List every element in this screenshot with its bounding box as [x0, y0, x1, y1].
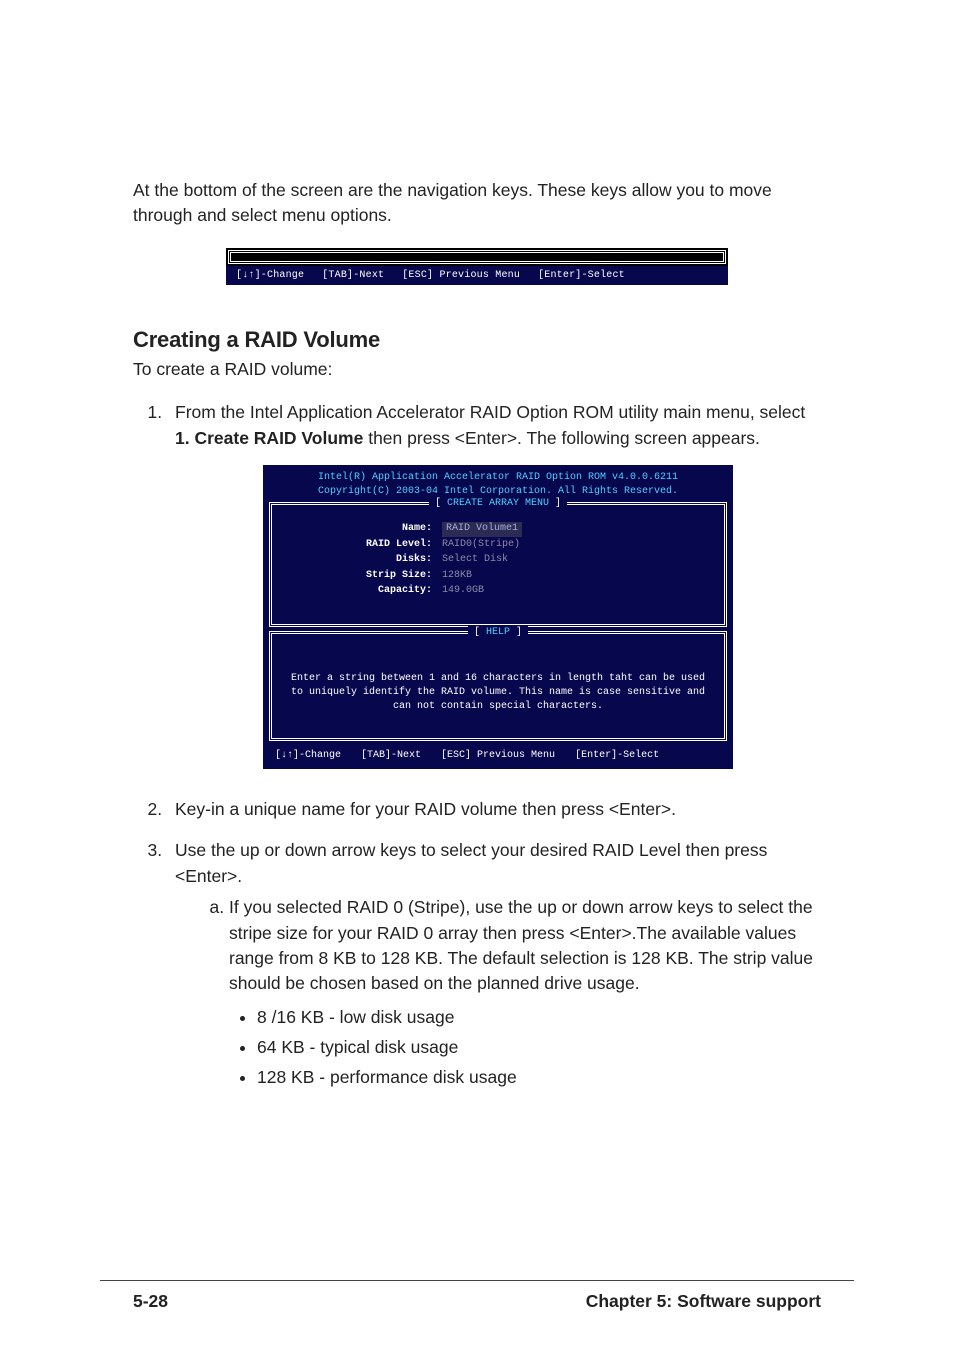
create-array-frame: CREATE ARRAY MENU Name:RAID Volume1 RAID…: [269, 502, 727, 627]
step-2: Key-in a unique name for your RAID volum…: [167, 797, 821, 822]
section-subtitle: To create a RAID volume:: [133, 359, 821, 380]
bios-nav-next: [TAB]-Next: [361, 749, 421, 764]
nav-prev: [ESC] Previous Menu: [402, 270, 520, 281]
help-frame: HELP Enter a string between 1 and 16 cha…: [269, 631, 727, 741]
chapter-title: Chapter 5: Software support: [586, 1291, 821, 1312]
bullet-low: 8 /16 KB - low disk usage: [257, 1003, 821, 1031]
step-3: Use the up or down arrow keys to select …: [167, 838, 821, 1090]
bios-screenshot: Intel(R) Application Accelerator RAID Op…: [263, 465, 733, 769]
section-heading: Creating a RAID Volume: [133, 327, 821, 353]
nav-change: [↓↑]-Change: [236, 270, 304, 281]
help-label: HELP: [468, 626, 528, 641]
nav-next: [TAB]-Next: [322, 270, 384, 281]
page-footer: 5-28 Chapter 5: Software support: [100, 1280, 854, 1352]
bios-nav-select: [Enter]-Select: [575, 749, 659, 764]
page-number: 5-28: [133, 1291, 168, 1312]
bios-title-1: Intel(R) Application Accelerator RAID Op…: [269, 471, 727, 485]
field-name-value: RAID Volume1: [442, 522, 522, 537]
step-3a: If you selected RAID 0 (Stripe), use the…: [229, 895, 821, 1091]
create-array-label: CREATE ARRAY MENU: [429, 497, 567, 512]
field-strip-value: 128KB: [442, 569, 472, 584]
nav-strip-image: [↓↑]-Change [TAB]-Next [ESC] Previous Me…: [224, 246, 730, 287]
bios-nav-change: [↓↑]-Change: [275, 749, 341, 764]
field-level-value: RAID0(Stripe): [442, 538, 520, 553]
bullet-performance: 128 KB - performance disk usage: [257, 1063, 821, 1091]
field-capacity-value: 149.0GB: [442, 584, 484, 599]
intro-text: At the bottom of the screen are the navi…: [133, 178, 821, 229]
bullet-typical: 64 KB - typical disk usage: [257, 1033, 821, 1061]
bios-title-2: Copyright(C) 2003-04 Intel Corporation. …: [269, 485, 727, 499]
step-1: From the Intel Application Accelerator R…: [167, 400, 821, 769]
field-disks-value: Select Disk: [442, 553, 508, 568]
bios-nav-prev: [ESC] Previous Menu: [441, 749, 555, 764]
nav-select: [Enter]-Select: [538, 270, 625, 281]
